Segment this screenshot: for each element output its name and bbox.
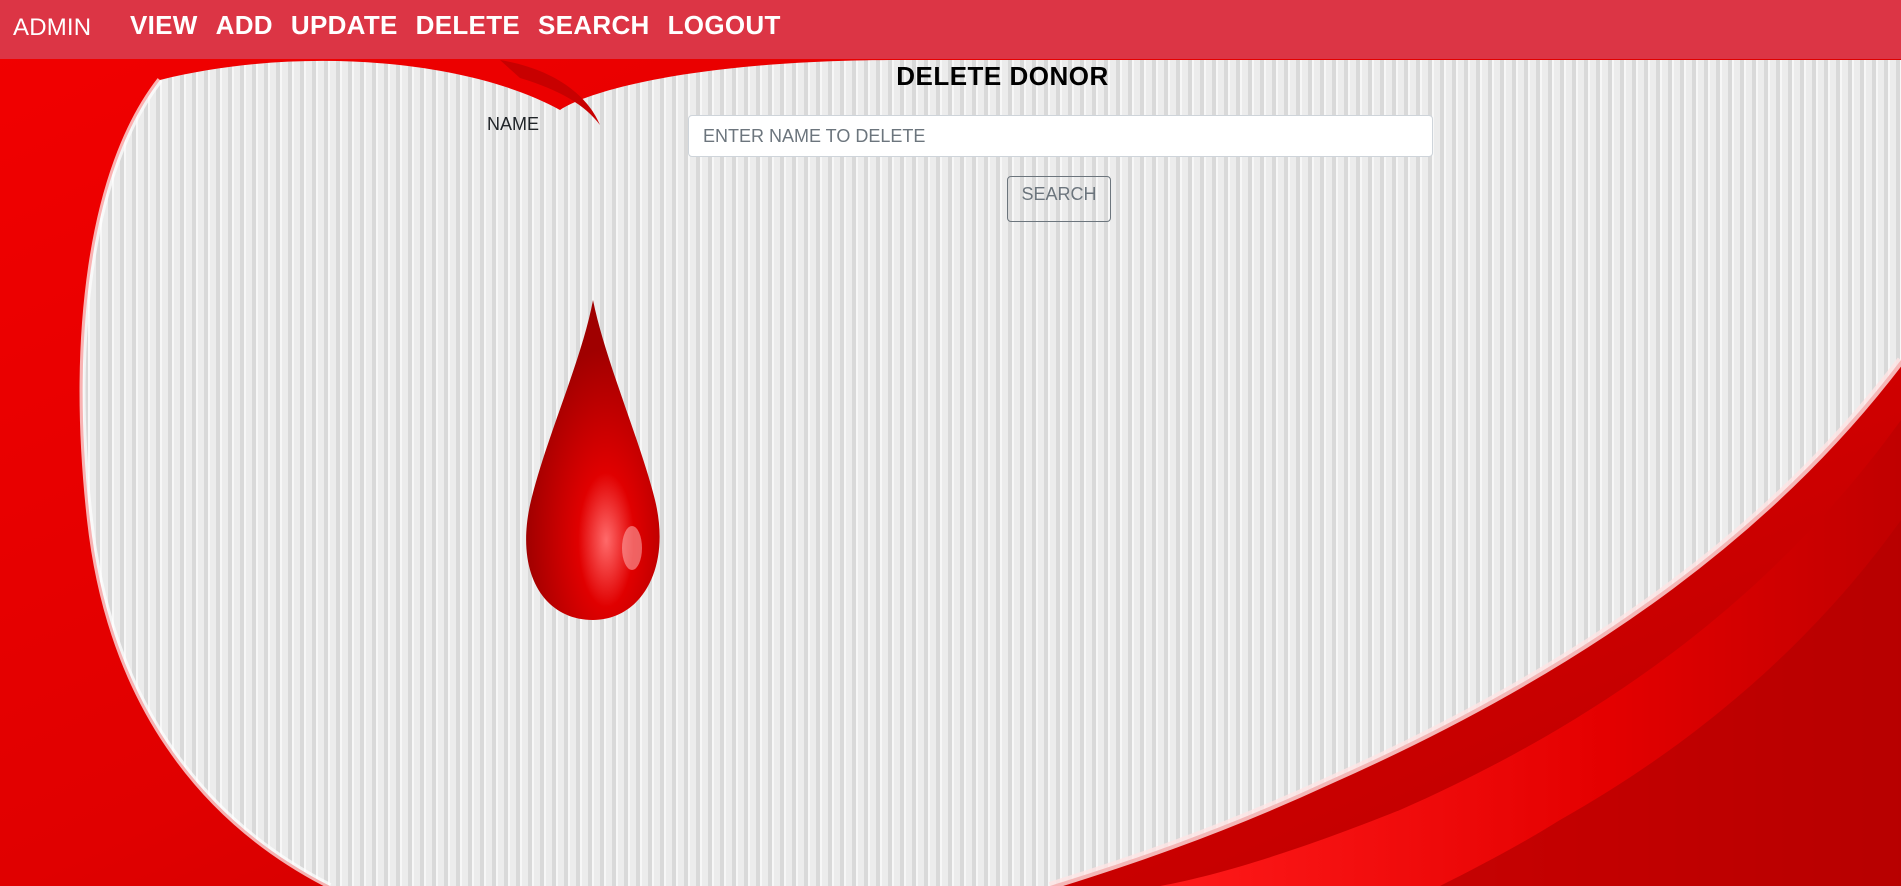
page-title: DELETE DONOR [896,61,1109,91]
nav-link-view[interactable]: VIEW [130,10,198,41]
nav-link-update[interactable]: UPDATE [291,10,398,41]
nav-link-logout[interactable]: LOGOUT [668,10,781,41]
nav-link-add[interactable]: ADD [216,10,273,41]
delete-donor-form: DELETE DONOR NAME SEARCH [0,59,1901,886]
nav-link-search[interactable]: SEARCH [538,10,650,41]
search-button[interactable]: SEARCH [1007,176,1111,222]
top-navbar: ADMIN VIEW ADD UPDATE DELETE SEARCH LOGO… [0,0,1901,59]
name-input[interactable] [688,115,1433,157]
page: ADMIN VIEW ADD UPDATE DELETE SEARCH LOGO… [0,0,1901,886]
nav-link-delete[interactable]: DELETE [416,10,520,41]
name-label: NAME [487,114,540,134]
nav-links: VIEW ADD UPDATE DELETE SEARCH LOGOUT [130,10,781,41]
brand-admin-link[interactable]: ADMIN [13,14,91,42]
